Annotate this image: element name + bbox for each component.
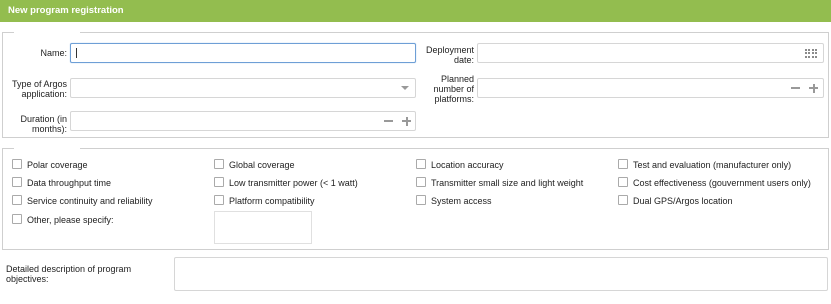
system-access-checkbox[interactable] — [416, 195, 426, 205]
small-size-label: Transmitter small size and light weight — [431, 178, 584, 188]
form-header: New program registration — [0, 0, 831, 22]
dual-gps-label: Dual GPS/Argos location — [633, 196, 733, 206]
panel-tab-gap — [14, 30, 80, 34]
location-accuracy-label: Location accuracy — [431, 160, 504, 170]
deployment-date-input[interactable] — [477, 43, 824, 63]
data-throughput-checkbox[interactable] — [12, 177, 22, 187]
duration-stepper[interactable] — [70, 111, 416, 131]
minus-icon[interactable] — [384, 120, 393, 122]
description-textarea[interactable] — [174, 257, 828, 291]
calendar-icon[interactable] — [805, 49, 817, 59]
service-continuity-label: Service continuity and reliability — [27, 196, 153, 206]
data-throughput-label: Data throughput time — [27, 178, 112, 188]
planned-platforms-stepper[interactable] — [477, 78, 824, 98]
chevron-down-icon — [401, 86, 409, 90]
planned-platforms-label: Planned number of platforms: — [433, 74, 474, 104]
polar-coverage-label: Polar coverage — [27, 160, 88, 170]
other-label: Other, please specify: — [27, 215, 114, 225]
system-access-label: System access — [431, 196, 492, 206]
form-title: New program registration — [8, 5, 124, 16]
service-continuity-checkbox[interactable] — [12, 195, 22, 205]
cost-effectiveness-label: Cost effectiveness (gouvernment users on… — [633, 178, 811, 188]
argos-application-select[interactable] — [70, 78, 416, 98]
argos-application-label: Type of Argos application: — [11, 79, 67, 99]
cost-effectiveness-checkbox[interactable] — [618, 177, 628, 187]
other-specify-input[interactable] — [214, 211, 312, 244]
global-coverage-checkbox[interactable] — [214, 159, 224, 169]
polar-coverage-checkbox[interactable] — [12, 159, 22, 169]
description-label: Detailed description of program objectiv… — [6, 264, 132, 284]
location-accuracy-checkbox[interactable] — [416, 159, 426, 169]
minus-icon[interactable] — [791, 87, 800, 89]
low-power-checkbox[interactable] — [214, 177, 224, 187]
platform-compat-checkbox[interactable] — [214, 195, 224, 205]
panel-tab-gap — [14, 146, 80, 150]
plus-icon[interactable] — [809, 83, 818, 93]
name-input[interactable] — [70, 43, 416, 63]
plus-icon[interactable] — [402, 116, 411, 126]
dual-gps-checkbox[interactable] — [618, 195, 628, 205]
duration-label: Duration (in months): — [20, 114, 67, 134]
low-power-label: Low transmitter power (< 1 watt) — [229, 178, 358, 188]
platform-compat-label: Platform compatibility — [229, 196, 315, 206]
deployment-date-label: Deployment date: — [425, 45, 474, 65]
small-size-checkbox[interactable] — [416, 177, 426, 187]
name-label: Name: — [40, 48, 67, 58]
test-evaluation-label: Test and evaluation (manufacturer only) — [633, 160, 792, 170]
global-coverage-label: Global coverage — [229, 160, 295, 170]
text-caret — [76, 48, 77, 58]
other-checkbox[interactable] — [12, 214, 22, 224]
test-evaluation-checkbox[interactable] — [618, 159, 628, 169]
